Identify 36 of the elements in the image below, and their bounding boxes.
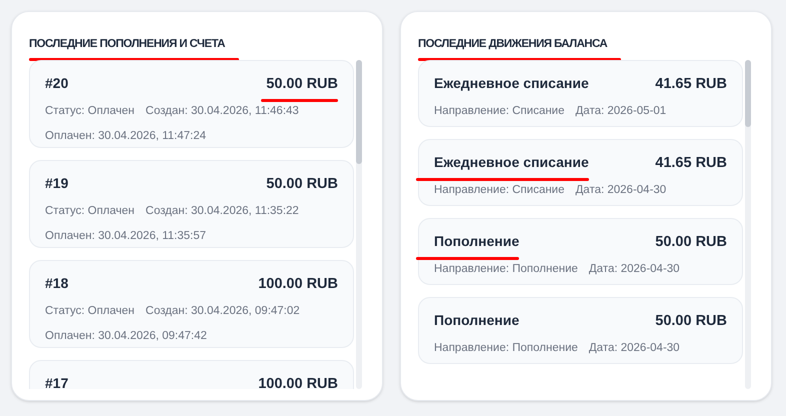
item-detail: Дата: 2026-04-30 <box>588 262 680 277</box>
item-detail: Создан: 30.04.2026, 11:46:43 <box>146 104 299 119</box>
item-amount: 50.00 RUB <box>655 234 727 250</box>
item-amount: 100.00 RUB <box>258 276 338 292</box>
item-title: Пополнение <box>434 233 520 249</box>
item-detail: Дата: 2026-04-30 <box>588 341 680 356</box>
item-title: #18 <box>45 275 68 291</box>
item-title: Пополнение <box>434 312 520 328</box>
item-amount: 41.65 RUB <box>655 76 727 92</box>
item-title: Ежедневное списание <box>434 154 589 170</box>
item-amount: 41.65 RUB <box>655 155 727 171</box>
item-detail: Статус: Оплачен <box>45 304 135 319</box>
scrollbar-thumb <box>745 60 751 127</box>
item-detail: Статус: Оплачен <box>45 204 135 219</box>
item-amount: 50.00 RUB <box>655 313 727 329</box>
item-amount: 100.00 RUB <box>258 376 338 389</box>
panel-heading: ПОСЛЕДНИЕ ПОПОЛНЕНИЯ И СЧЕТА <box>29 37 225 52</box>
item-amount: 50.00 RUB <box>266 176 338 192</box>
item-detail: Оплачен: 30.04.2026, 11:35:57 <box>45 229 206 244</box>
item-detail: Создан: 30.04.2026, 11:35:22 <box>146 204 299 219</box>
item-detail: Создан: 30.04.2026, 09:47:02 <box>146 304 300 319</box>
item-detail: Оплачен: 30.04.2026, 11:47:24 <box>45 129 206 144</box>
item-title: #19 <box>45 175 68 191</box>
item-amount: 50.00 RUB <box>266 76 338 92</box>
item-title: #17 <box>45 375 68 389</box>
item-title: Ежедневное списание <box>434 75 589 91</box>
panel-heading: ПОСЛЕДНИЕ ДВИЖЕНИЯ БАЛАНСА <box>418 37 608 52</box>
item-detail: Статус: Оплачен <box>45 104 135 119</box>
item-detail: Оплачен: 30.04.2026, 09:47:42 <box>45 329 207 344</box>
item-detail: Направление: Пополнение <box>434 262 578 277</box>
item-detail: Направление: Списание <box>434 183 565 198</box>
item-detail: Дата: 2026-05-01 <box>576 104 666 119</box>
item-detail: Направление: Пополнение <box>434 341 578 356</box>
item-detail: Направление: Списание <box>434 104 565 119</box>
item-detail: Дата: 2026-04-30 <box>576 183 666 198</box>
item-title: #20 <box>45 75 68 91</box>
